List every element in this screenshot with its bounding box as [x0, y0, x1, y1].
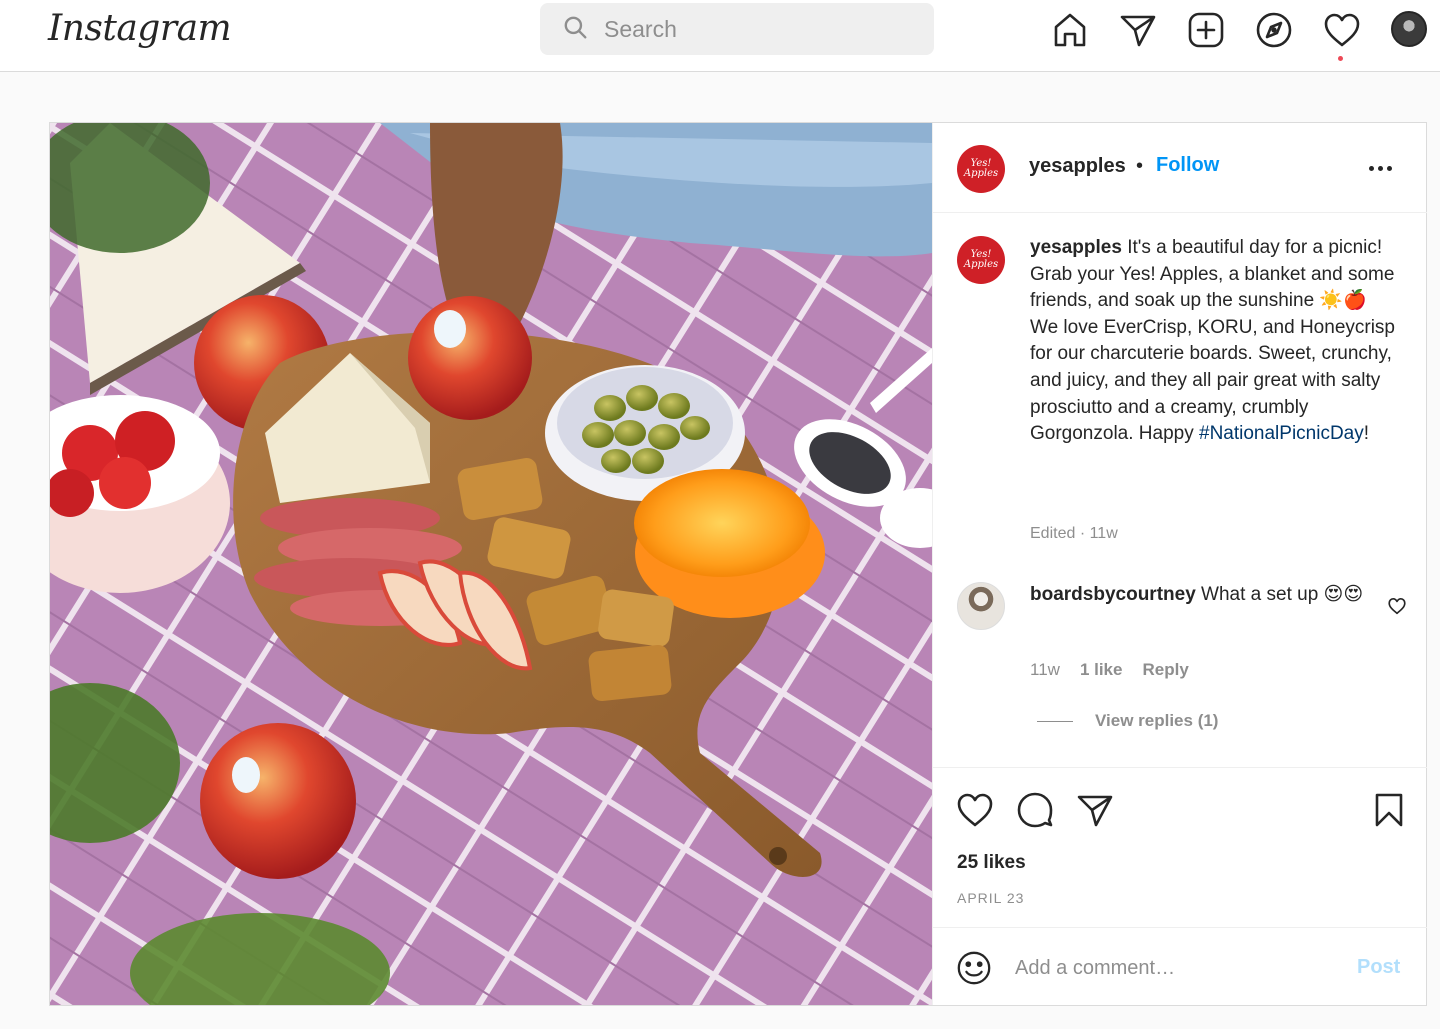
- post-date: APRIL 23: [957, 890, 1025, 906]
- add-comment-input[interactable]: [1015, 950, 1335, 986]
- hashtag-link[interactable]: #NationalPicnicDay: [1199, 423, 1364, 444]
- follow-button[interactable]: Follow: [1156, 154, 1219, 177]
- comment-time: 11w: [1030, 660, 1060, 679]
- post-header: Yes! Apples yesapples • Follow: [933, 123, 1427, 213]
- search-icon: [562, 14, 588, 45]
- top-navigation-bar: Instagram Search: [0, 0, 1440, 72]
- new-post-icon[interactable]: [1186, 10, 1226, 50]
- comment-icon[interactable]: [1015, 790, 1055, 830]
- separator-dot: •: [1136, 155, 1144, 177]
- emoji-icon[interactable]: [955, 949, 993, 987]
- commenter-username[interactable]: boardsbycourtney: [1030, 584, 1196, 605]
- post-sidebar: Yes! Apples yesapples • Follow Yes! Appl…: [932, 123, 1427, 1005]
- like-icon[interactable]: [955, 790, 995, 830]
- caption-text: It's a beautiful day for a picnic! Grab …: [1030, 237, 1395, 445]
- instagram-logo[interactable]: Instagram: [48, 8, 232, 49]
- comment-like-icon[interactable]: [1386, 595, 1408, 617]
- add-comment-bar: Post: [933, 927, 1427, 1005]
- caption-avatar[interactable]: Yes! Apples: [957, 236, 1005, 284]
- post-comment-button[interactable]: Post: [1357, 956, 1400, 979]
- comment-likes[interactable]: 1 like: [1080, 660, 1123, 680]
- direct-message-icon[interactable]: [1118, 10, 1158, 50]
- post-actions: 25 likes APRIL 23: [933, 767, 1427, 927]
- reply-button[interactable]: Reply: [1142, 660, 1188, 680]
- caption-username[interactable]: yesapples: [1030, 237, 1122, 258]
- caption-tail: !: [1363, 423, 1370, 445]
- post-card: Yes! Apples yesapples • Follow Yes! Appl…: [49, 122, 1427, 1006]
- author-username[interactable]: yesapples: [1029, 155, 1126, 178]
- author-avatar[interactable]: Yes! Apples: [957, 145, 1005, 193]
- view-replies-button[interactable]: View replies (1): [1095, 711, 1218, 731]
- comment: boardsbycourtney What a set up 😍😍: [1030, 582, 1370, 609]
- share-icon[interactable]: [1075, 790, 1115, 830]
- comment-meta: 11w 1 like Reply: [1030, 660, 1189, 680]
- caption-meta: Edited · 11w: [1030, 525, 1118, 542]
- activity-heart-icon[interactable]: [1322, 10, 1362, 50]
- more-options-icon[interactable]: [1369, 153, 1401, 183]
- post-image[interactable]: [50, 123, 932, 1005]
- save-bookmark-icon[interactable]: [1369, 790, 1409, 830]
- post-caption: yesapples It's a beautiful day for a pic…: [1030, 235, 1400, 448]
- profile-avatar[interactable]: [1391, 11, 1427, 47]
- search-placeholder: Search: [604, 15, 677, 42]
- explore-icon[interactable]: [1254, 10, 1294, 50]
- commenter-avatar[interactable]: [957, 582, 1005, 630]
- home-icon[interactable]: [1050, 10, 1090, 50]
- notification-dot: [1338, 56, 1343, 61]
- replies-divider: [1037, 721, 1073, 722]
- search-box[interactable]: Search: [540, 3, 934, 55]
- comment-text: What a set up 😍😍: [1201, 584, 1364, 605]
- like-count[interactable]: 25 likes: [957, 852, 1026, 874]
